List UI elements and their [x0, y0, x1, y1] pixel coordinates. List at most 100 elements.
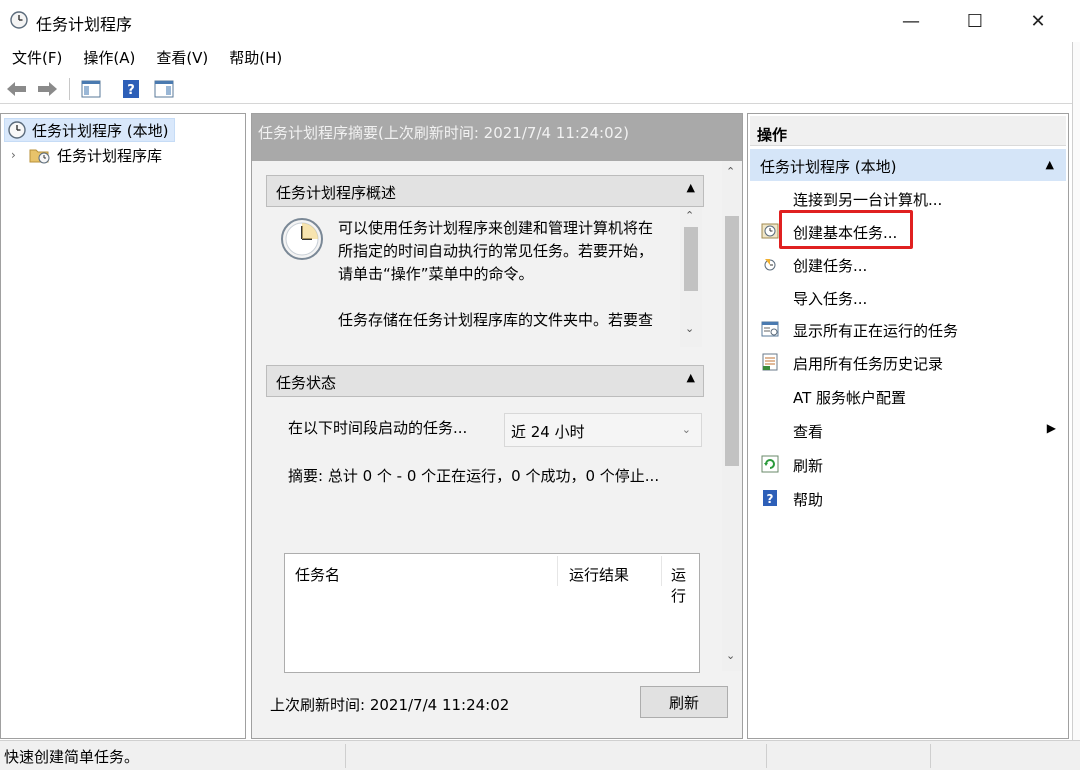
chevron-down-icon: ⌄ [681, 423, 691, 436]
status-title: 任务状态 [276, 374, 337, 392]
scroll-down-icon[interactable]: ⌄ [726, 649, 735, 662]
running-tasks-icon [761, 321, 779, 337]
period-value: 近 24 小时 [511, 423, 585, 441]
status-bar: 快速创建简单任务。 [0, 740, 1080, 770]
create-task-icon [764, 259, 776, 271]
svg-text:?: ? [767, 492, 774, 506]
history-icon [762, 353, 778, 371]
column-divider[interactable] [661, 556, 662, 586]
action-label: 创建任务... [793, 257, 868, 275]
overview-scrollbar[interactable]: ⌃ ⌄ [680, 207, 702, 347]
title-bar: 任务计划程序 — ☐ ✕ [0, 0, 1080, 42]
overview-text: 可以使用任务计划程序来创建和管理计算机将在所指定的时间自动执行的常见任务。若要开… [338, 217, 658, 335]
highlight-annotation-box [779, 210, 913, 249]
summary-pane: 任务计划程序摘要(上次刷新时间: 2021/7/4 11:24:02) 任务计划… [251, 113, 743, 739]
actions-group-label: 任务计划程序 (本地) [760, 158, 897, 176]
period-label: 在以下时间段启动的任务... [288, 419, 468, 437]
summary-scroll-thumb[interactable] [725, 216, 739, 466]
summary-header: 任务计划程序摘要(上次刷新时间: 2021/7/4 11:24:02) [252, 114, 742, 161]
overview-title: 任务计划程序概述 [276, 184, 397, 202]
action-label: 帮助 [793, 491, 824, 509]
show-hide-action-pane-icon[interactable] [153, 78, 175, 100]
folder-clock-icon [29, 149, 50, 164]
scroll-up-icon[interactable]: ⌃ [685, 209, 694, 222]
maximize-button[interactable]: ☐ [942, 0, 1008, 42]
menu-file[interactable]: 文件(F) [0, 44, 62, 72]
column-header-run-result[interactable]: 运行结果 [569, 564, 629, 585]
create-basic-task-icon [761, 223, 779, 239]
scroll-up-icon[interactable]: ⌃ [726, 165, 735, 178]
refresh-icon [761, 455, 779, 473]
console-tree-pane: 任务计划程序 (本地) › 任务计划程序库 [0, 113, 246, 739]
action-label: 刷新 [793, 457, 824, 475]
period-dropdown[interactable]: 近 24 小时 ⌄ [504, 413, 702, 447]
clock-icon [8, 121, 26, 139]
overview-body: 可以使用任务计划程序来创建和管理计算机将在所指定的时间自动执行的常见任务。若要开… [266, 207, 704, 347]
task-scheduler-clock-icon [10, 11, 28, 29]
background-window-edge [1072, 42, 1080, 742]
action-create-task[interactable]: 创建任务... [750, 248, 1066, 280]
last-refresh-time: 上次刷新时间: 2021/7/4 11:24:02 [270, 696, 510, 714]
menu-help[interactable]: 帮助(H) [208, 44, 282, 72]
summary-scrollbar[interactable]: ⌃ ⌄ [722, 161, 742, 671]
tree-item-task-scheduler-local[interactable]: 任务计划程序 (本地) [4, 118, 176, 142]
task-status-table[interactable]: 任务名 运行结果 运行 [284, 553, 700, 673]
help-icon[interactable]: ? [120, 78, 142, 100]
status-bar-text: 快速创建简单任务。 [4, 748, 140, 766]
action-at-service-account[interactable]: AT 服务帐户配置 [750, 380, 1066, 412]
overview-section: 任务计划程序概述 ▲ 可以使用任务计划程序来创建和管理计算机将在所指定的时间自动… [266, 175, 704, 347]
action-show-running-tasks[interactable]: 显示所有正在运行的任务 [750, 313, 1066, 345]
collapse-up-icon[interactable]: ▲ [687, 181, 695, 194]
action-label: 导入任务... [793, 290, 868, 308]
minimize-button[interactable]: — [878, 0, 944, 42]
expand-chevron-icon[interactable]: › [11, 148, 23, 162]
overview-paragraph-1: 可以使用任务计划程序来创建和管理计算机将在所指定的时间自动执行的常见任务。若要开… [338, 219, 654, 283]
overview-section-title[interactable]: 任务计划程序概述 ▲ [266, 175, 704, 207]
toolbar-separator [69, 78, 70, 100]
actions-pane: 操作 任务计划程序 (本地) ▲ 连接到另一台计算机... 创建基本任务... … [747, 113, 1069, 739]
status-bar-divider [345, 744, 346, 768]
action-label: AT 服务帐户配置 [793, 389, 907, 407]
status-bar-divider [930, 744, 931, 768]
window-title: 任务计划程序 [36, 15, 133, 34]
menu-action[interactable]: 操作(A) [62, 44, 135, 72]
action-label: 启用所有任务历史记录 [793, 355, 944, 373]
action-import-task[interactable]: 导入任务... [750, 281, 1066, 313]
toolbar: ? [0, 74, 1072, 104]
column-header-task-name[interactable]: 任务名 [295, 564, 340, 585]
close-button[interactable]: ✕ [1005, 0, 1071, 42]
help-icon: ? [763, 490, 777, 506]
action-label: 查看 [793, 423, 824, 441]
scroll-down-icon[interactable]: ⌄ [685, 322, 694, 335]
overview-scroll-thumb[interactable] [684, 227, 698, 291]
collapse-up-icon[interactable]: ▲ [1046, 158, 1054, 171]
refresh-button[interactable]: 刷新 [640, 686, 728, 718]
overview-paragraph-2: 任务存储在任务计划程序库的文件夹中。若要查看单独任务上的操作或执行该操作，请 [338, 311, 654, 335]
status-summary: 摘要: 总计 0 个 - 0 个正在运行，0 个成功，0 个停止... [288, 467, 660, 485]
column-divider[interactable] [557, 556, 558, 586]
tree-root-label: 任务计划程序 (本地) [32, 121, 169, 140]
action-view[interactable]: 查看 ▶ [750, 414, 1066, 446]
actions-header: 操作 [750, 116, 1066, 146]
action-enable-history[interactable]: 启用所有任务历史记录 [750, 346, 1066, 378]
menu-view[interactable]: 查看(V) [135, 44, 208, 72]
large-clock-icon [281, 218, 323, 260]
forward-arrow-icon[interactable] [36, 78, 58, 100]
tree-item-task-library[interactable]: › 任务计划程序库 [11, 144, 162, 166]
column-header-run[interactable]: 运行 [671, 564, 699, 606]
collapse-up-icon[interactable]: ▲ [687, 371, 695, 384]
submenu-arrow-icon: ▶ [1046, 421, 1056, 435]
back-arrow-icon[interactable] [6, 78, 28, 100]
show-hide-console-tree-icon[interactable] [80, 78, 102, 100]
status-bar-divider [766, 744, 767, 768]
action-refresh[interactable]: 刷新 [750, 448, 1066, 480]
actions-group-task-scheduler[interactable]: 任务计划程序 (本地) ▲ [750, 149, 1066, 181]
status-section-title[interactable]: 任务状态 ▲ [266, 365, 704, 397]
action-help[interactable]: ? 帮助 [750, 482, 1066, 514]
action-label: 连接到另一台计算机... [793, 191, 943, 209]
menu-bar: 文件(F) 操作(A) 查看(V) 帮助(H) [0, 44, 1072, 72]
svg-text:?: ? [127, 83, 135, 98]
tree-child-label: 任务计划程序库 [57, 146, 163, 165]
status-section: 任务状态 ▲ 在以下时间段启动的任务... 近 24 小时 ⌄ 摘要: 总计 0… [266, 365, 704, 505]
action-label: 显示所有正在运行的任务 [793, 322, 959, 340]
